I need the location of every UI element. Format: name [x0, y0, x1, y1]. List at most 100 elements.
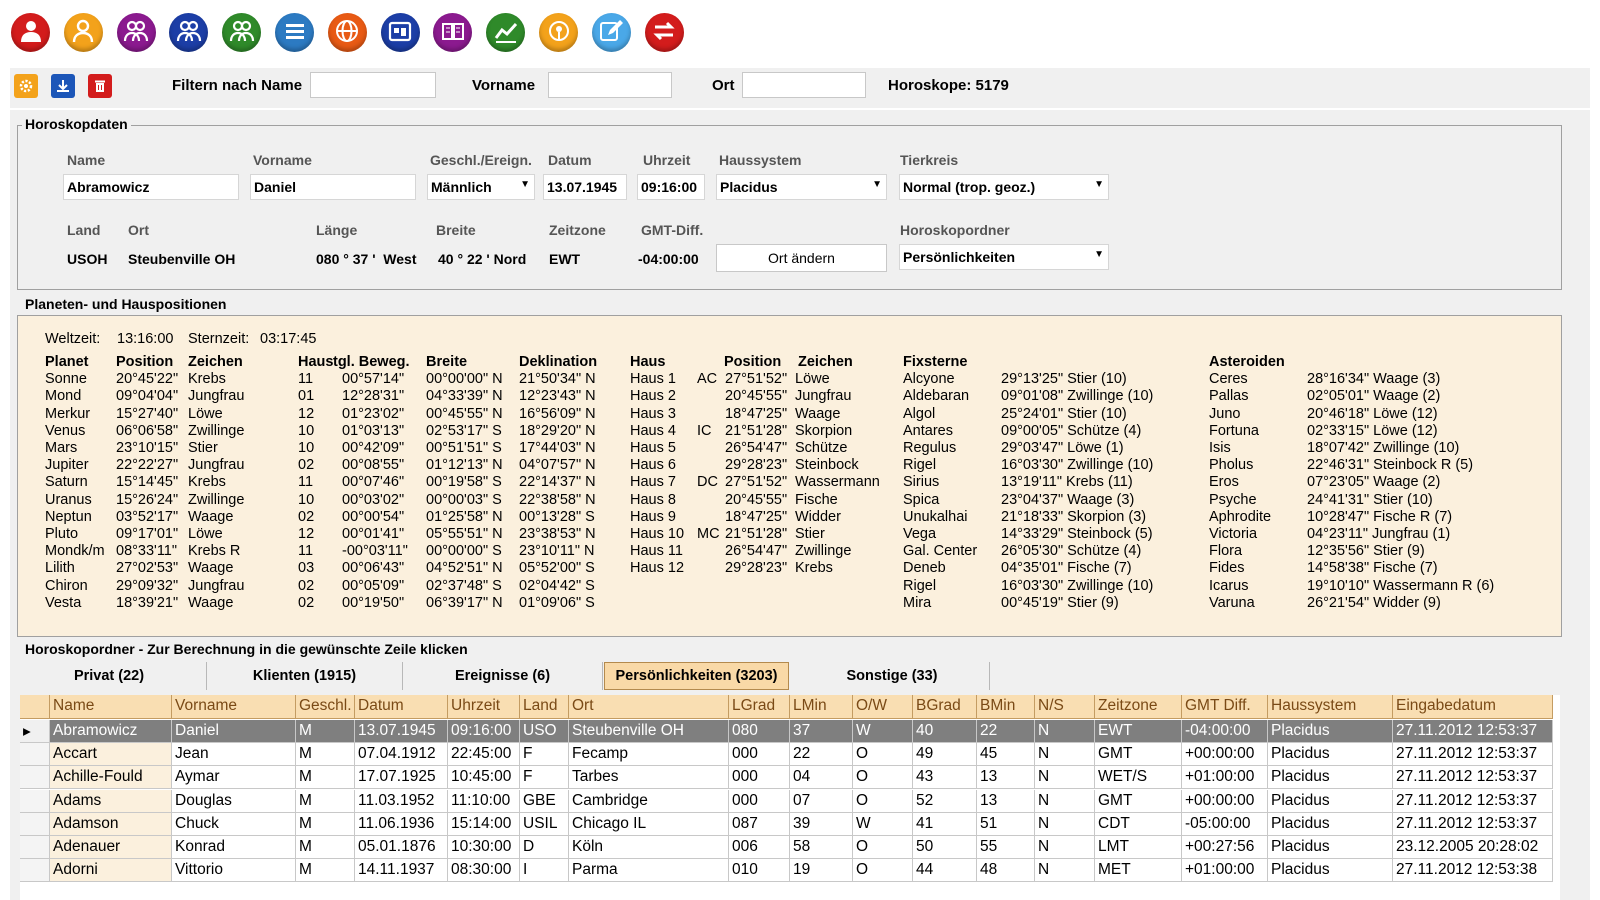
planet-cell: 11 — [298, 371, 314, 388]
toolbar-button-planet-icon[interactable] — [539, 13, 578, 52]
table-cell: N — [1035, 859, 1095, 883]
toolbar-button-couple-icon[interactable] — [116, 13, 156, 52]
planet-col-header: Planet — [45, 354, 89, 370]
toolbar-button-couple-icon[interactable] — [169, 13, 209, 52]
vorname-field[interactable]: Daniel — [250, 174, 416, 200]
haussystem-select[interactable]: Placidus ▼ — [716, 174, 887, 200]
tab-persönlichkeiten[interactable]: Persönlichkeiten (3203) — [604, 662, 789, 690]
geschlecht-select[interactable]: Männlich ▼ — [427, 174, 535, 200]
column-header-lgrad[interactable]: LGrad — [729, 695, 790, 719]
asteroid-name: Fortuna — [1209, 422, 1259, 439]
laenge-value: 080 ° 37 ' West — [316, 251, 417, 267]
toolbar-button-book-icon[interactable] — [433, 13, 473, 52]
column-header-geschl[interactable]: Geschl. — [296, 695, 355, 719]
row-indicator[interactable] — [20, 766, 50, 790]
tab-sonstige[interactable]: Sonstige (33) — [795, 662, 990, 690]
table-cell: 000 — [729, 743, 790, 767]
tab-privat[interactable]: Privat (22) — [12, 662, 207, 690]
table-cell: Placidus — [1268, 859, 1393, 883]
asteroid-position: 19°10'10" Wassermann R (6) — [1307, 577, 1495, 594]
table-cell: 23.12.2005 20:28:02 — [1393, 836, 1553, 859]
ort-aendern-button[interactable]: Ort ändern — [716, 244, 887, 272]
planet-cell: 18°39'21" — [116, 594, 179, 611]
row-indicator[interactable] — [20, 812, 50, 836]
table-cell: Abramowicz — [50, 720, 172, 743]
table-cell: 08:30:00 — [448, 859, 520, 883]
planet-cell: 05°52'00" S — [519, 560, 595, 577]
column-header-land[interactable]: Land — [520, 695, 569, 719]
column-header-datum[interactable]: Datum — [355, 695, 448, 719]
toolbar-button-person-icon[interactable] — [11, 13, 50, 52]
column-header-vorname[interactable]: Vorname — [172, 695, 296, 719]
table-cell: Achille-Fould — [50, 766, 172, 790]
tab-ereignisse[interactable]: Ereignisse (6) — [403, 662, 603, 690]
column-header-lmin[interactable]: LMin — [790, 695, 853, 719]
filter-name-input[interactable] — [310, 72, 436, 98]
house-cell: IC — [697, 422, 712, 439]
column-header-gmtdiff[interactable]: GMT Diff. — [1182, 695, 1268, 719]
toolbar-button-transfer-icon[interactable] — [644, 13, 684, 52]
house-cell: 18°47'25" — [725, 508, 788, 525]
row-indicator[interactable] — [20, 743, 50, 767]
table-row[interactable]: Adorni Vittorio M 14.11.1937 08:30:00 I Parma 0… — [20, 859, 1555, 883]
toolbar-button-list-icon[interactable] — [275, 13, 314, 52]
column-header-bgrad[interactable]: BGrad — [913, 695, 977, 719]
house-cell: Skorpion — [795, 422, 853, 439]
trash-icon[interactable] — [88, 74, 112, 98]
table-cell: 10:30:00 — [448, 836, 520, 859]
toolbar-button-edit-icon[interactable] — [591, 13, 631, 52]
toolbar-button-globe-icon[interactable] — [327, 13, 367, 52]
table-cell: 22 — [977, 720, 1035, 743]
planet-cell: Uranus — [45, 491, 92, 508]
globe-icon — [334, 18, 360, 48]
table-row[interactable]: Achille-Fould Aymar M 17.07.1925 10:45:00 F Ta… — [20, 766, 1555, 790]
table-cell: GMT — [1095, 789, 1182, 813]
table-row[interactable]: Adams Douglas M 11.03.1952 11:10:00 GBE Cambri… — [20, 789, 1555, 813]
column-header-ow[interactable]: O/W — [853, 695, 913, 719]
fixstar-name: Unukalhai — [903, 508, 968, 525]
asteroid-position: 24°41'31" Stier (10) — [1307, 491, 1433, 508]
planet-cell: 18°29'20" N — [519, 422, 596, 439]
table-row[interactable]: ▸ Abramowicz Daniel M 13.07.1945 09:16:00 USO S… — [20, 720, 1555, 743]
column-header-bmin[interactable]: BMin — [977, 695, 1035, 719]
uhrzeit-field[interactable]: 09:16:00 — [637, 174, 705, 200]
table-cell: Tarbes — [569, 766, 729, 790]
column-header-ns[interactable]: N/S — [1035, 695, 1095, 719]
column-header-eingabedatum[interactable]: Eingabedatum — [1393, 695, 1553, 719]
zeitzone-value: EWT — [549, 251, 581, 267]
row-indicator[interactable] — [20, 859, 50, 883]
datum-field[interactable]: 13.07.1945 — [543, 174, 627, 200]
table-cell: 22 — [790, 743, 853, 767]
tab-klienten[interactable]: Klienten (1915) — [207, 662, 403, 690]
download-icon[interactable] — [51, 74, 75, 98]
row-indicator[interactable]: ▸ — [20, 720, 50, 743]
column-header-ort[interactable]: Ort — [569, 695, 729, 719]
toolbar-button-person-outline-icon[interactable] — [63, 13, 103, 52]
row-indicator[interactable] — [20, 836, 50, 859]
table-cell: 37 — [790, 720, 853, 743]
table-cell: 19 — [790, 859, 853, 883]
settings-icon[interactable] — [14, 74, 38, 98]
tierkreis-select[interactable]: Normal (trop. geoz.) ▼ — [899, 174, 1109, 200]
name-label: Name — [67, 152, 106, 168]
table-row[interactable]: Adamson Chuck M 11.06.1936 15:14:00 USIL Chica… — [20, 812, 1555, 836]
toolbar-button-calendar-icon[interactable] — [380, 13, 420, 52]
toolbar-button-chart-icon[interactable] — [486, 13, 526, 52]
table-cell: O — [853, 743, 913, 767]
breite-label: Breite — [436, 222, 476, 238]
name-field[interactable]: Abramowicz — [63, 174, 239, 200]
toolbar-button-couple-icon[interactable] — [222, 13, 262, 52]
table-row[interactable]: Accart Jean M 07.04.1912 22:45:00 F Fecamp 000 2… — [20, 743, 1555, 767]
row-indicator[interactable] — [20, 789, 50, 813]
breite-col-header: Breite — [426, 354, 468, 370]
filter-vorname-input[interactable] — [548, 72, 672, 98]
planet-cell: Stier — [188, 440, 218, 456]
column-header-name[interactable]: Name — [50, 695, 172, 719]
horoskopordner-select[interactable]: Persönlichkeiten ▼ — [899, 244, 1109, 270]
filter-ort-input[interactable] — [742, 72, 866, 98]
column-header-haussystem[interactable]: Haussystem — [1268, 695, 1393, 719]
column-header-uhrzeit[interactable]: Uhrzeit — [448, 695, 520, 719]
table-row[interactable]: Adenauer Konrad M 05.01.1876 10:30:00 D Köln 00… — [20, 836, 1555, 859]
column-header-zeitzone[interactable]: Zeitzone — [1095, 695, 1182, 719]
house-cell: 27°51'52" — [725, 474, 788, 491]
